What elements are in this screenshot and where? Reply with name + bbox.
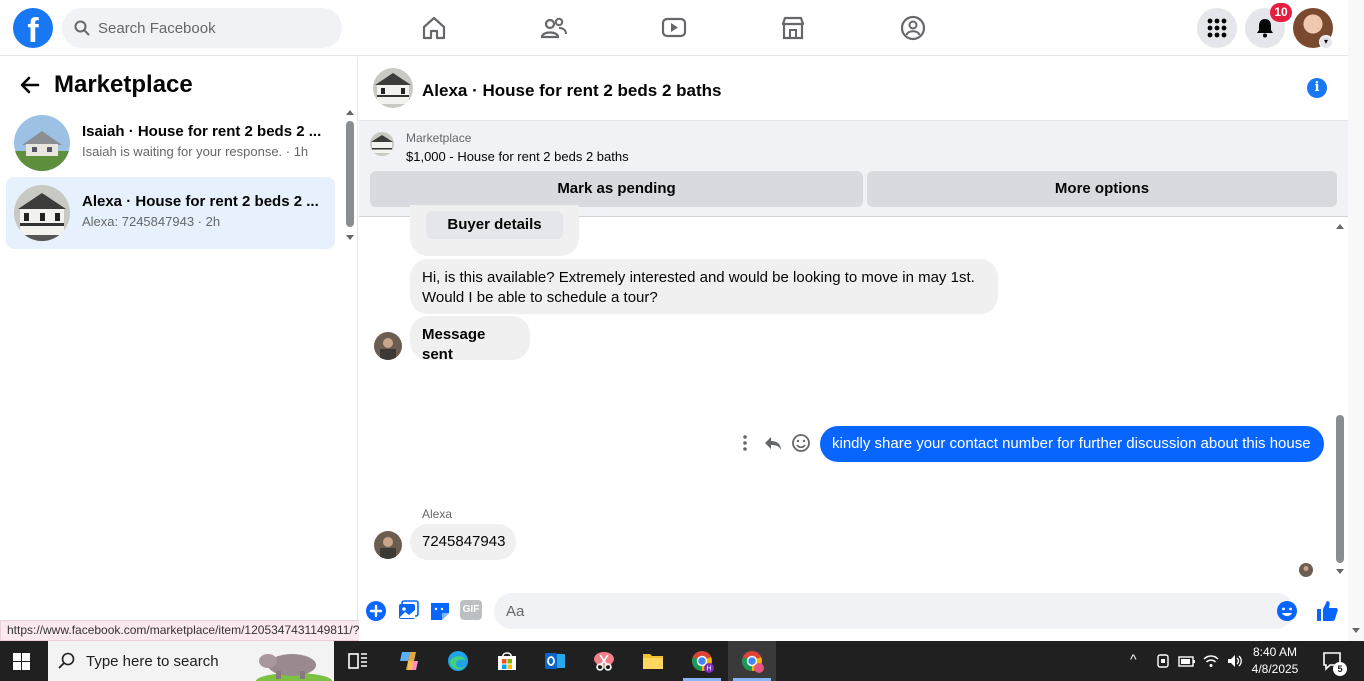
mark-as-pending-button[interactable]: Mark as pending [370,171,863,207]
chat-panel: Alexa · House for rent 2 beds 2 baths i … [359,57,1348,641]
chat-scrollbar-thumb[interactable] [1336,415,1344,563]
clock-time: 8:40 AM [1252,645,1298,659]
device-link-icon[interactable] [1155,653,1171,669]
info-icon[interactable]: i [1307,78,1327,98]
conversation-item-alexa[interactable]: Alexa · House for rent 2 beds 2 ... Alex… [6,177,335,249]
conversation-preview: Alexa: 7245847943 · 2h [82,214,221,229]
sender-avatar[interactable] [374,332,402,360]
plus-circle-icon[interactable] [365,600,387,622]
chat-listing-avatar[interactable] [373,68,413,108]
listing-category-label: Marketplace [406,131,472,145]
page-scrollbar[interactable] [1348,0,1364,641]
grid-icon [1207,18,1227,38]
inquiry-message-bubble[interactable]: Hi, is this available? Extremely interes… [410,259,998,314]
file-explorer-icon[interactable] [641,649,665,673]
listing-summary-bar: Marketplace $1,000 - House for rent 2 be… [359,121,1348,217]
outgoing-message-bubble[interactable]: kindly share your contact number for fur… [820,426,1324,462]
system-clock[interactable]: 8:40 AM 4/8/2025 [1240,644,1310,678]
battery-icon[interactable] [1178,653,1196,669]
read-receipt-avatar [1299,563,1313,577]
windows-start-icon[interactable] [13,653,30,670]
photo-attach-icon[interactable] [397,600,419,622]
inbox-scrollbar-thumb[interactable] [346,121,354,227]
more-options-button[interactable]: More options [867,171,1337,207]
sticker-icon[interactable] [429,600,451,622]
listing-thumbnail[interactable] [370,132,394,156]
snipping-tool-icon[interactable] [592,649,616,673]
listing-thumbnail [14,115,70,171]
marketplace-store-icon[interactable] [779,14,807,42]
chat-scroll-down-arrow-icon[interactable] [1336,569,1344,574]
page-scroll-down-arrow-icon[interactable] [1352,628,1360,633]
gif-button[interactable]: GIF [460,600,482,620]
hippo-illustration-icon [256,654,332,681]
microsoft-store-icon[interactable] [495,649,519,673]
listing-title[interactable]: $1,000 - House for rent 2 beds 2 baths [406,149,629,164]
home-icon[interactable] [420,14,448,42]
chrome-profile-h-icon[interactable]: H [690,649,714,673]
sender-name: Alexa [422,507,453,521]
search-icon [74,20,90,36]
more-actions-icon[interactable] [735,433,755,453]
show-hidden-icons-icon[interactable]: ^ [1130,651,1137,667]
emoji-icon[interactable] [1276,600,1298,622]
chat-title[interactable]: Alexa · House for rent 2 beds 2 baths [422,81,721,101]
groups-icon[interactable] [899,14,927,42]
chevron-down-icon[interactable]: ▾ [1319,35,1333,49]
react-emoji-icon[interactable] [791,433,811,453]
watch-video-icon[interactable] [660,14,688,42]
facebook-logo-icon[interactable]: f [13,8,53,48]
back-arrow-icon[interactable] [18,73,42,97]
wifi-icon[interactable] [1203,653,1219,669]
task-view-icon[interactable] [346,649,370,673]
marketplace-inbox-panel: Marketplace Isaiah · House for rent 2 be… [0,57,358,641]
reply-message-bubble[interactable]: 7245847943 [410,524,516,560]
outlook-icon[interactable] [543,649,567,673]
windows-taskbar: Type here to search H ^ 8:40 AM 4/8/2025… [0,641,1364,681]
scroll-down-arrow-icon[interactable] [346,235,354,240]
conversation-item-isaiah[interactable]: Isaiah · House for rent 2 beds 2 ... Isa… [6,107,335,179]
search-box[interactable] [62,8,342,48]
search-icon [58,652,75,669]
message-text: Would I be able to schedule a tour? [422,289,658,306]
reply-icon[interactable] [763,433,783,453]
menu-grid-button[interactable] [1197,8,1237,48]
chat-scroll-up-arrow-icon[interactable] [1336,224,1344,229]
message-input[interactable] [494,593,1294,629]
page-title: Marketplace [54,71,193,98]
copilot-icon[interactable] [397,649,421,673]
message-sent-bubble[interactable]: Message sent [410,316,530,363]
taskbar-search-placeholder: Type here to search [86,652,219,670]
svg-text:H: H [706,666,711,673]
conversation-preview: Isaiah is waiting for your response. · 1… [82,144,309,159]
notification-count-badge: 10 [1270,3,1292,22]
scroll-up-arrow-icon[interactable] [346,110,354,115]
sender-avatar[interactable] [374,531,402,559]
search-input[interactable] [98,19,328,37]
edge-browser-icon[interactable] [446,649,470,673]
top-navbar: f 10 ▾ [0,0,1348,56]
listing-thumbnail [14,185,70,241]
conversation-name: Alexa · House for rent 2 beds 2 ... [82,193,319,210]
chrome-profile-active-icon[interactable] [740,649,764,673]
conversation-name: Isaiah · House for rent 2 beds 2 ... [82,123,322,140]
message-text: Hi, is this available? Extremely interes… [422,269,975,286]
clock-date: 4/8/2025 [1251,662,1299,676]
notification-center-badge: 5 [1333,662,1347,676]
friends-icon[interactable] [540,14,568,42]
bell-icon [1257,19,1273,38]
chat-header: Alexa · House for rent 2 beds 2 baths i [359,57,1348,121]
buyer-details-button[interactable]: Buyer details [426,211,563,239]
like-thumbs-up-icon[interactable] [1315,599,1339,623]
